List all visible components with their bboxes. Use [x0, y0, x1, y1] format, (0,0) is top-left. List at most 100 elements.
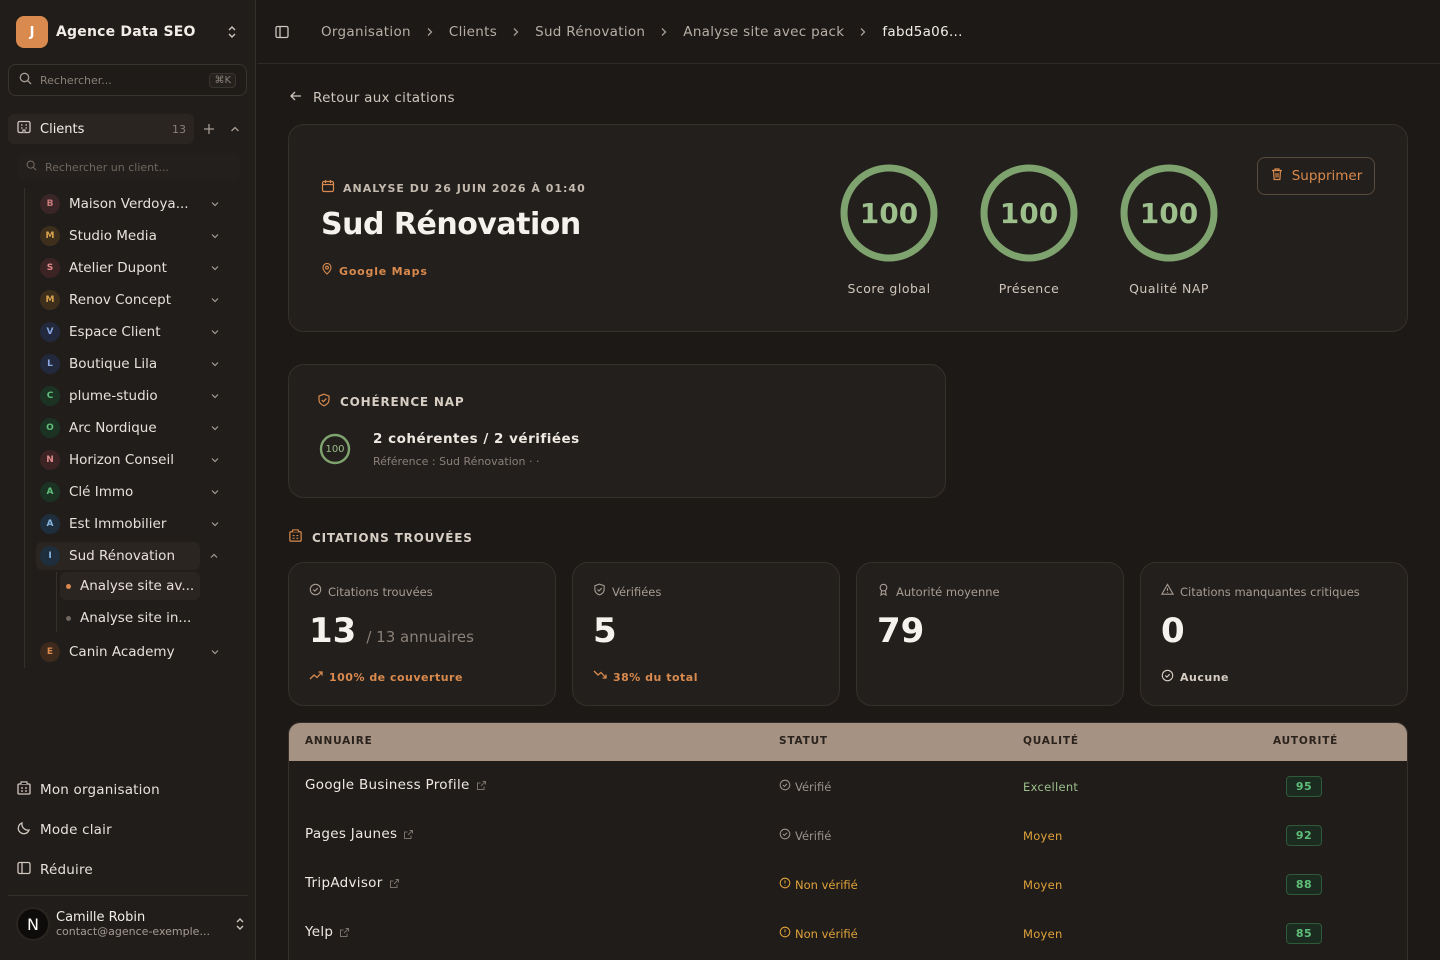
- authority-badge: 95: [1286, 776, 1322, 797]
- topbar: Organisation Clients Sud Rénovation Analyse…: [257, 0, 1440, 64]
- directory-name[interactable]: Pages Jaunes: [305, 826, 397, 842]
- chevron-down-icon[interactable]: [208, 229, 222, 243]
- chevron-down-icon[interactable]: [208, 197, 222, 211]
- directory-name[interactable]: TripAdvisor: [305, 875, 383, 891]
- external-link-icon[interactable]: [339, 927, 350, 938]
- calendar-icon: [321, 179, 335, 197]
- theme-toggle-label: Mode clair: [40, 822, 112, 838]
- toggle-sidebar-icon[interactable]: [273, 23, 291, 41]
- chevron-down-icon[interactable]: [208, 293, 222, 307]
- table-row[interactable]: Pages Jaunes Vérifié Moyen 92: [289, 810, 1407, 859]
- quality-label: Moyen: [1023, 829, 1063, 843]
- table-row[interactable]: Yelp Non vérifié Moyen 85: [289, 908, 1407, 957]
- stat-card: Citations trouvées 13 / 13 annuaires 100% d…: [288, 562, 556, 706]
- clients-section-toggle[interactable]: Clients 13: [8, 114, 194, 144]
- chevron-down-icon[interactable]: [208, 421, 222, 435]
- sidebar-client-item[interactable]: E Canin Academy: [36, 638, 226, 666]
- theme-toggle[interactable]: Mode clair: [16, 818, 112, 842]
- sidebar-client-item[interactable]: I Sud Rénovation: [36, 542, 218, 570]
- status-label: Vérifié: [795, 829, 832, 843]
- tree-guide-line: [24, 188, 25, 668]
- chevron-down-icon[interactable]: [208, 357, 222, 371]
- sidebar-analysis-item[interactable]: Analyse site in...: [60, 604, 200, 632]
- directory-cell: Yelp: [305, 924, 350, 940]
- breadcrumb-item[interactable]: Clients: [449, 24, 497, 40]
- search-icon: [19, 72, 32, 89]
- breadcrumb-item[interactable]: Sud Rénovation: [535, 24, 645, 40]
- breadcrumb-item[interactable]: Organisation: [321, 24, 411, 40]
- external-link-icon[interactable]: [476, 780, 487, 791]
- stat-suffix: / 13 annuaires: [366, 628, 474, 646]
- column-header-status[interactable]: STATUT: [779, 735, 828, 747]
- delete-label: Supprimer: [1291, 168, 1363, 184]
- stat-footer-label: 38% du total: [613, 670, 698, 684]
- add-client-plus-icon[interactable]: [201, 121, 217, 137]
- chevrons-up-down-icon: [224, 24, 240, 40]
- moon-icon: [16, 820, 32, 840]
- stat-value-row: 13 / 13 annuaires: [309, 611, 474, 651]
- chevron-down-icon[interactable]: [208, 261, 222, 275]
- directory-name[interactable]: Google Business Profile: [305, 777, 470, 793]
- sidebar-client-item[interactable]: A Clé Immo: [36, 478, 226, 506]
- global-search[interactable]: Rechercher... ⌘K: [8, 64, 247, 96]
- search-placeholder: Rechercher...: [40, 73, 112, 87]
- column-header-quality[interactable]: QUALITÉ: [1023, 735, 1079, 747]
- chevron-down-icon[interactable]: [208, 453, 222, 467]
- stat-value-row: 5: [593, 611, 617, 651]
- my-organisation-link[interactable]: Mon organisation: [16, 778, 160, 802]
- sidebar-client-item[interactable]: Cplume-studio: [36, 382, 226, 410]
- client-search-placeholder: Rechercher un client...: [45, 160, 169, 174]
- sidebar-client-item[interactable]: M Renov Concept: [36, 286, 226, 314]
- table-header: ANNUAIRE STATUT QUALITÉ AUTORITÉ: [289, 723, 1407, 761]
- chevron-down-icon[interactable]: [208, 325, 222, 339]
- client-avatar: E: [40, 642, 60, 662]
- directory-name[interactable]: Yelp: [305, 924, 333, 940]
- arrow-left-icon: [289, 89, 303, 107]
- stat-label: Vérifiées: [612, 584, 662, 599]
- chevron-up-icon[interactable]: [207, 549, 221, 563]
- analysis-date: ANALYSE DU 26 JUIN 2026 À 01:40: [321, 179, 586, 197]
- sidebar-client-item[interactable]: N Horizon Conseil: [36, 446, 226, 474]
- breadcrumb-item[interactable]: Analyse site avec pack: [683, 24, 844, 40]
- delete-button[interactable]: Supprimer: [1257, 157, 1375, 195]
- client-name: Clé Immo: [69, 484, 134, 500]
- table-row[interactable]: Google Business Profile Vérifié Excellent 9…: [289, 761, 1407, 810]
- status-cell: Vérifié: [779, 828, 831, 844]
- sidebar-analysis-item[interactable]: Analyse site av...: [60, 572, 200, 600]
- stat-value-row: 0: [1161, 611, 1185, 651]
- collapse-clients-chevron-icon[interactable]: [227, 121, 243, 137]
- org-switcher[interactable]: J Agence Data SEO: [16, 16, 240, 48]
- org-logo: J: [16, 16, 48, 48]
- status-cell: Vérifié: [779, 779, 831, 795]
- sidebar-client-item[interactable]: M Studio Media: [36, 222, 226, 250]
- sidebar-client-item[interactable]: O Arc Nordique: [36, 414, 226, 442]
- gauge-label: Qualité NAP: [1129, 281, 1209, 296]
- chevron-right-icon: [511, 27, 521, 37]
- column-header-directory[interactable]: ANNUAIRE: [305, 735, 373, 747]
- client-avatar: A: [40, 514, 60, 534]
- client-name: Canin Academy: [69, 644, 175, 660]
- sidebar-client-item[interactable]: V Espace Client: [36, 318, 226, 346]
- chevron-down-icon[interactable]: [208, 389, 222, 403]
- external-link-icon[interactable]: [403, 829, 414, 840]
- clients-count: 13: [172, 122, 186, 136]
- chevron-down-icon[interactable]: [208, 517, 222, 531]
- client-avatar: L: [40, 354, 60, 374]
- column-header-authority[interactable]: AUTORITÉ: [1273, 735, 1338, 747]
- gauge-ring: 100: [979, 163, 1079, 263]
- chevron-down-icon[interactable]: [208, 645, 222, 659]
- sidebar-client-item[interactable]: S Atelier Dupont: [36, 254, 226, 282]
- sidebar-client-item[interactable]: B Maison Verdoya...: [36, 190, 226, 218]
- collapse-sidebar-button[interactable]: Réduire: [16, 858, 93, 882]
- sidebar-client-item[interactable]: L Boutique Lila: [36, 350, 226, 378]
- sidebar-client-item[interactable]: A Est Immobilier: [36, 510, 226, 538]
- table-row[interactable]: TripAdvisor Non vérifié Moyen 88: [289, 859, 1407, 908]
- client-avatar: V: [40, 322, 60, 342]
- client-search-input[interactable]: Rechercher un client...: [18, 153, 240, 181]
- back-to-citations-link[interactable]: Retour aux citations: [289, 88, 455, 108]
- user-menu[interactable]: N Camille Robin contact@agence-exemple..…: [16, 902, 248, 946]
- external-link-icon[interactable]: [389, 878, 400, 889]
- chevron-down-icon[interactable]: [208, 485, 222, 499]
- nap-summary: 2 cohérentes / 2 vérifiées: [373, 431, 580, 447]
- client-name: Atelier Dupont: [69, 260, 167, 276]
